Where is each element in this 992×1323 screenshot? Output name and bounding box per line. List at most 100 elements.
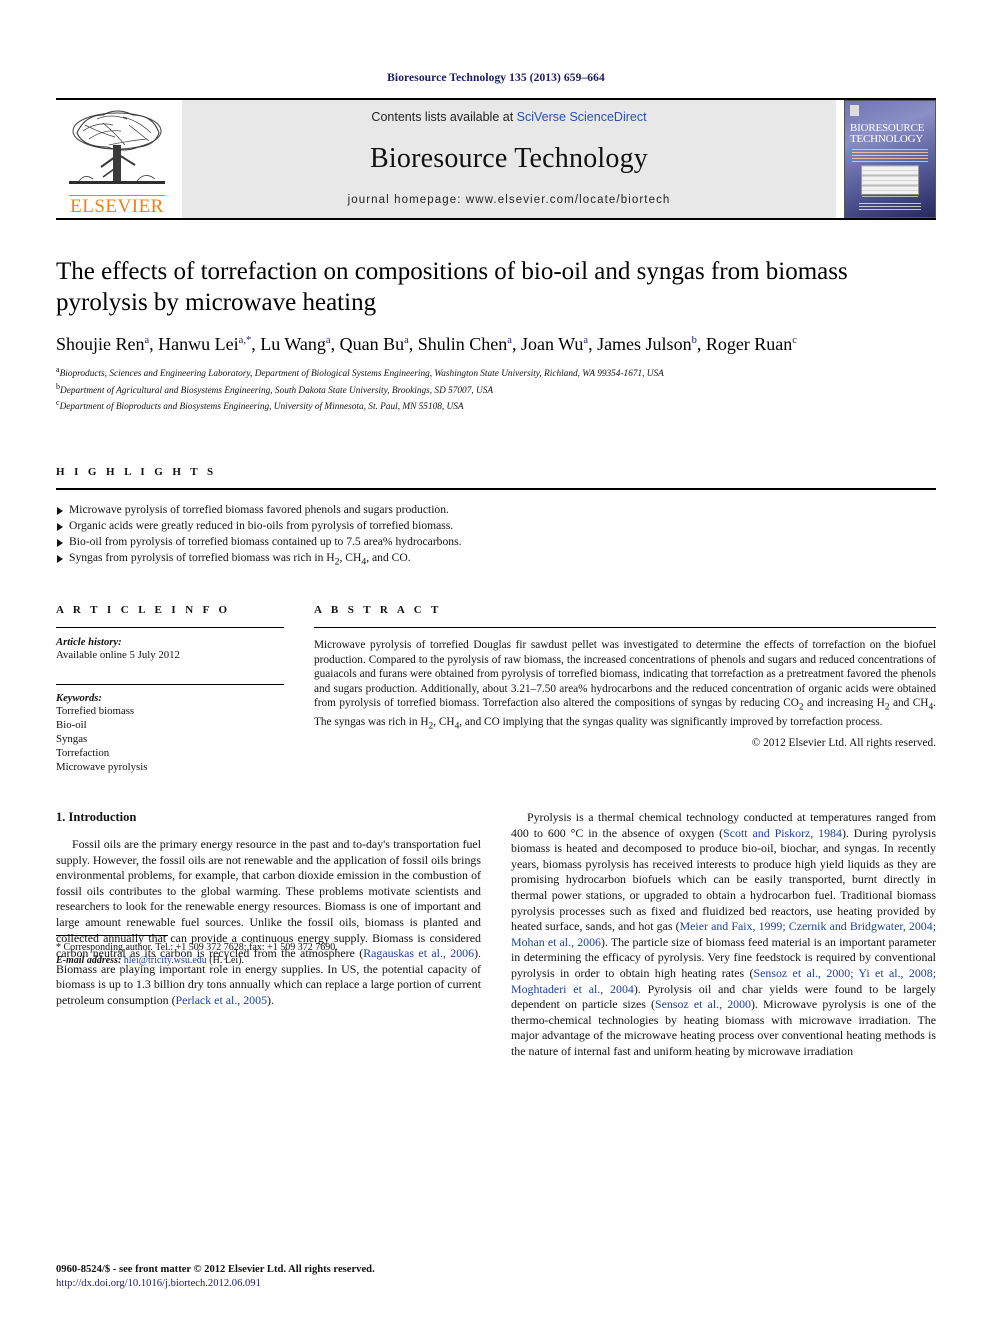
journal-cover-thumbnail[interactable]: BIORESOURCE TECHNOLOGY	[844, 100, 936, 218]
author-affil-marker: a	[507, 335, 512, 346]
footnote-block: * Corresponding author. Tel.: +1 509 372…	[56, 934, 486, 968]
elsevier-tree-icon	[69, 110, 165, 184]
journal-masthead: ELSEVIER Contents lists available at Sci…	[56, 98, 936, 218]
paragraph: Fossil oils are the primary energy resou…	[56, 837, 481, 1009]
body-column-left: 1. Introduction Fossil oils are the prim…	[56, 810, 481, 1060]
paragraph-text: ).	[267, 993, 274, 1008]
author-affil-marker: a	[144, 335, 150, 346]
affiliation-list: aBioproducts, Sciences and Engineering L…	[56, 364, 936, 414]
author-name: Roger Ruan	[705, 334, 793, 354]
journal-band: Contents lists available at SciVerse Sci…	[182, 100, 836, 218]
contents-prefix: Contents lists available at	[371, 110, 517, 124]
highlights-heading: H I G H L I G H T S	[56, 465, 217, 478]
highlights-section: H I G H L I G H T S Microwave pyrolysis …	[56, 466, 936, 570]
abstract-rule	[314, 627, 936, 629]
cover-figure	[861, 165, 919, 197]
article-info-heading: A R T I C L E I N F O	[56, 604, 231, 617]
citation-link[interactable]: Sensoz et al., 2000	[655, 997, 751, 1011]
author-item: Shoujie Rena	[56, 334, 149, 354]
keyword-item: Syngas	[56, 733, 88, 746]
author-item: Lu Wanga	[260, 334, 330, 354]
author-name: Hanwu Lei	[158, 334, 239, 354]
cover-title-line2: TECHNOLOGY	[850, 133, 924, 145]
article-history-value: Available online 5 July 2012	[56, 649, 180, 662]
sciencedirect-link[interactable]: SciVerse ScienceDirect	[517, 110, 647, 124]
highlight-text: Syngas from pyrolysis of torrefied bioma…	[69, 550, 411, 568]
keywords-block: Keywords: Torrefied biomass Bio-oil Syng…	[56, 684, 284, 774]
front-matter-line: 0960-8524/$ - see front matter © 2012 El…	[56, 1264, 375, 1275]
author-affil-marker: a,*	[238, 335, 252, 346]
author-name: Shulin Chen	[417, 334, 508, 354]
abstract-copyright: © 2012 Elsevier Ltd. All rights reserved…	[751, 737, 936, 750]
info-abstract-section: A R T I C L E I N F O Article history: A…	[56, 604, 936, 774]
list-item: Organic acids were greatly reduced in bi…	[56, 518, 936, 534]
corresponding-author-note: * Corresponding author. Tel.: +1 509 372…	[56, 941, 338, 953]
body-column-right: Pyrolysis is a thermal chemical technolo…	[511, 810, 936, 1060]
imprint-block: 0960-8524/$ - see front matter © 2012 El…	[56, 1263, 375, 1291]
author-affil-marker: a	[325, 335, 331, 346]
abstract-text: Microwave pyrolysis of torrefied Douglas…	[314, 639, 936, 732]
author-affil-marker: a	[404, 335, 409, 346]
paragraph-text: ). During pyrolysis biomass is heated an…	[511, 825, 936, 934]
affiliation-item: bDepartment of Agricultural and Biosyste…	[56, 381, 936, 398]
list-item: Bio-oil from pyrolysis of torrefied biom…	[56, 534, 936, 550]
cover-elsevier-mark	[850, 105, 859, 116]
abstract-heading: A B S T R A C T	[314, 604, 442, 617]
author-name: Joan Wu	[520, 334, 584, 354]
author-name: James Julson	[597, 334, 692, 354]
cover-subtitle-lines	[852, 149, 928, 162]
affiliation-text: Department of Agricultural and Biosystem…	[60, 385, 494, 396]
keywords-label: Keywords:	[56, 693, 102, 705]
footnote-rule	[56, 934, 168, 936]
author-affil-marker: a	[583, 335, 589, 346]
abstract-column: A B S T R A C T Microwave pyrolysis of t…	[314, 604, 936, 774]
author-item: Shulin Chena	[418, 334, 512, 354]
article-page: Bioresource Technology 135 (2013) 659–66…	[0, 0, 992, 1323]
keyword-item: Bio-oil	[56, 719, 87, 732]
keyword-item: Microwave pyrolysis	[56, 761, 148, 774]
author-name: Lu Wang	[260, 334, 326, 354]
author-item: Joan Wua	[521, 334, 588, 354]
author-name: Shoujie Ren	[56, 334, 145, 354]
doi-link[interactable]: http://dx.doi.org/10.1016/j.biortech.201…	[56, 1277, 375, 1291]
keyword-item: Torrefaction	[56, 747, 110, 760]
citation-link[interactable]: Scott and Piskorz, 1984	[723, 826, 842, 840]
journal-homepage-line[interactable]: journal homepage: www.elsevier.com/locat…	[348, 194, 671, 206]
author-name: Quan Bu	[339, 334, 405, 354]
cover-footer-lines	[859, 203, 921, 211]
author-item: James Julsonb	[597, 334, 697, 354]
author-list: Shoujie Rena, Hanwu Leia,*, Lu Wanga, Qu…	[56, 334, 797, 354]
page-title: The effects of torrefaction on compositi…	[56, 258, 848, 316]
email-suffix: (H. Lei).	[209, 955, 244, 967]
email-note: E-mail address: hlei@tricity.wsu.edu (H.…	[56, 954, 486, 968]
affiliation-text: Department of Bioproducts and Biosystems…	[59, 402, 464, 413]
highlight-text: Bio-oil from pyrolysis of torrefied biom…	[69, 534, 462, 548]
journal-title: Bioresource Technology	[370, 143, 648, 174]
affiliation-text: Bioproducts, Sciences and Engineering La…	[59, 369, 664, 380]
running-head: Bioresource Technology 135 (2013) 659–66…	[387, 72, 605, 84]
highlights-rule	[56, 487, 936, 490]
list-item: Syngas from pyrolysis of torrefied bioma…	[56, 550, 936, 570]
highlight-text: Microwave pyrolysis of torrefied biomass…	[69, 502, 449, 516]
affiliation-item: cDepartment of Bioproducts and Biosystem…	[56, 397, 936, 414]
highlight-text: Organic acids were greatly reduced in bi…	[69, 518, 454, 532]
keyword-item: Torrefied biomass	[56, 705, 135, 718]
author-affil-marker: c	[792, 335, 797, 346]
article-info-column: A R T I C L E I N F O Article history: A…	[56, 604, 284, 774]
elsevier-logo: ELSEVIER	[56, 100, 178, 218]
contents-list-line: Contents lists available at SciVerse Sci…	[371, 110, 646, 124]
section-heading-introduction: 1. Introduction	[56, 810, 137, 825]
email-link[interactable]: hlei@tricity.wsu.edu	[124, 955, 207, 966]
cover-title: BIORESOURCE TECHNOLOGY	[850, 123, 930, 145]
body-columns: 1. Introduction Fossil oils are the prim…	[56, 810, 936, 1060]
list-item: Microwave pyrolysis of torrefied biomass…	[56, 502, 936, 518]
author-item: Hanwu Leia,*	[158, 334, 251, 354]
affiliation-item: aBioproducts, Sciences and Engineering L…	[56, 364, 936, 381]
article-info-rule	[56, 627, 284, 629]
article-history-label: Article history:	[56, 637, 122, 649]
highlights-list: Microwave pyrolysis of torrefied biomass…	[56, 502, 936, 570]
email-label: E-mail address:	[56, 955, 122, 967]
author-item: Roger Ruanc	[706, 334, 797, 354]
citation-link[interactable]: Perlack et al., 2005	[176, 993, 267, 1007]
author-item: Quan Bua	[340, 334, 409, 354]
